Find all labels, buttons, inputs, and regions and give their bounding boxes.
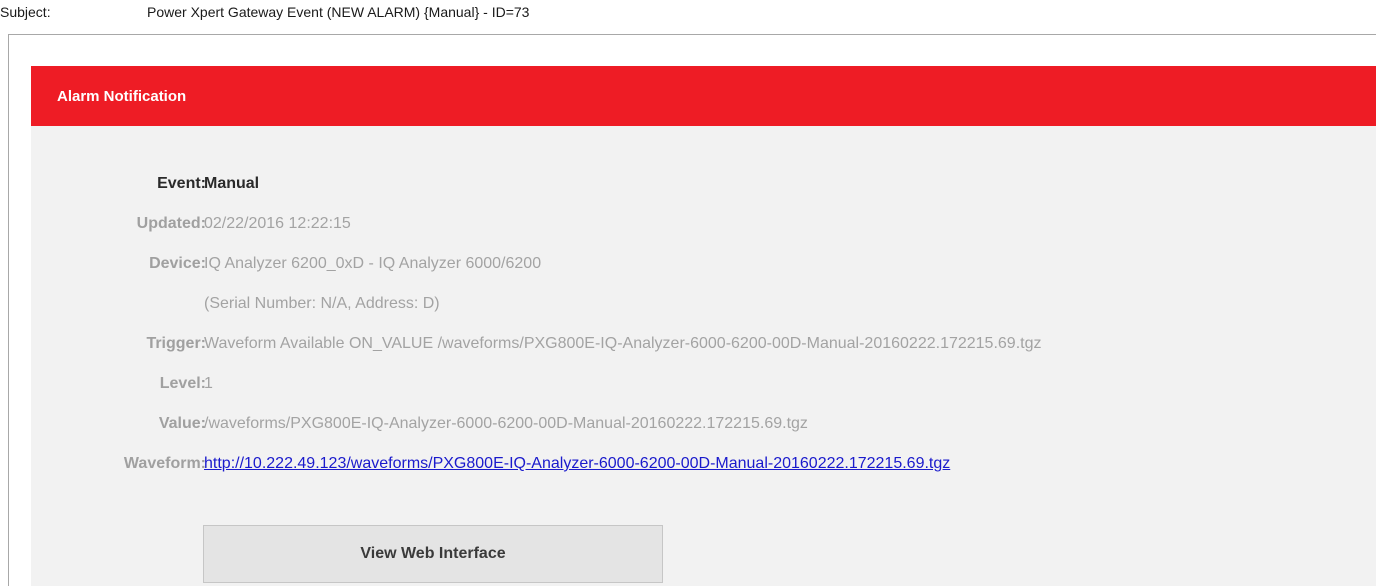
level-value: 1	[204, 375, 213, 392]
event-label: Event:	[157, 175, 206, 192]
trigger-value: Waveform Available ON_VALUE /waveforms/P…	[204, 335, 1042, 352]
alarm-notification-title: Alarm Notification	[57, 88, 187, 105]
trigger-row: Trigger: Waveform Available ON_VALUE /wa…	[31, 335, 1376, 357]
alarm-notification-card: Alarm Notification Event: Manual Updated…	[31, 66, 1376, 586]
device-row: Device: IQ Analyzer 6200_0xD - IQ Analyz…	[31, 255, 1376, 277]
updated-value: 02/22/2016 12:22:15	[204, 215, 351, 232]
updated-label: Updated:	[136, 215, 206, 232]
waveform-link[interactable]: http://10.222.49.123/waveforms/PXG800E-I…	[204, 455, 950, 473]
subject-value: Power Xpert Gateway Event (NEW ALARM) {M…	[147, 4, 530, 20]
device-detail-value: (Serial Number: N/A, Address: D)	[204, 295, 440, 312]
trigger-label: Trigger:	[146, 335, 206, 352]
level-label: Level:	[159, 375, 206, 392]
level-row: Level: 1	[31, 375, 1376, 397]
device-label: Device:	[149, 255, 206, 272]
event-row: Event: Manual	[31, 175, 1376, 197]
subject-label: Subject:	[0, 4, 51, 20]
view-web-interface-button[interactable]: View Web Interface	[203, 525, 663, 583]
waveform-row: Waveform: http://10.222.49.123/waveforms…	[31, 455, 1376, 477]
waveform-label: Waveform:	[123, 455, 206, 472]
device-value: IQ Analyzer 6200_0xD - IQ Analyzer 6000/…	[204, 255, 542, 272]
event-value: Manual	[204, 175, 260, 192]
updated-row: Updated: 02/22/2016 12:22:15	[31, 215, 1376, 237]
value-row: Value: /waveforms/PXG800E-IQ-Analyzer-60…	[31, 415, 1376, 437]
alarm-notification-header: Alarm Notification	[31, 66, 1376, 126]
subject-bar: Subject: Power Xpert Gateway Event (NEW …	[0, 0, 1376, 26]
value-label: Value:	[158, 415, 206, 432]
device-detail-row: (Serial Number: N/A, Address: D)	[31, 295, 1376, 317]
value-value: /waveforms/PXG800E-IQ-Analyzer-6000-6200…	[204, 415, 808, 432]
